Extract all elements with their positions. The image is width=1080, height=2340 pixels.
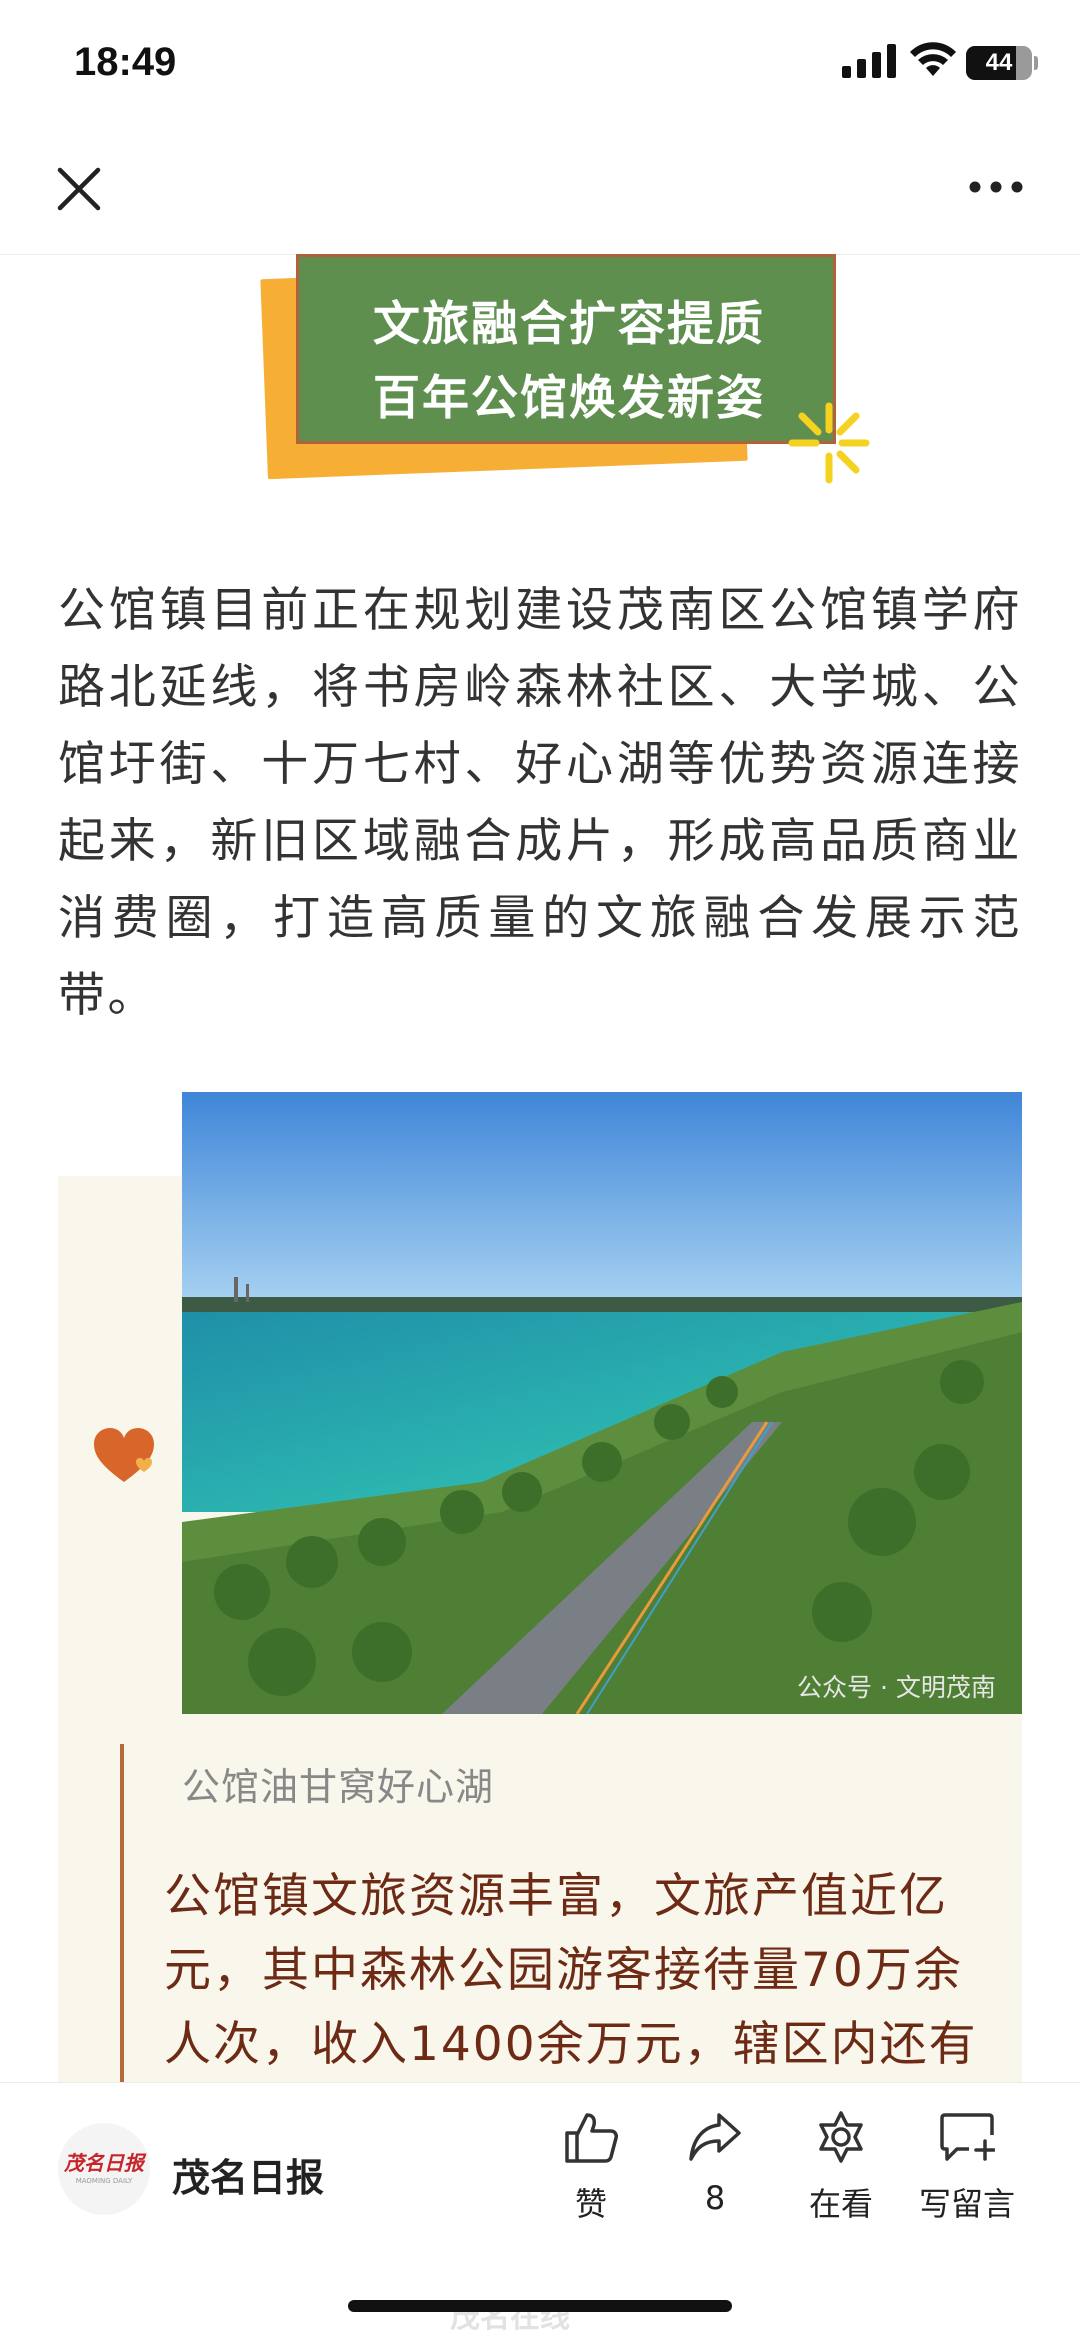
banner-card: 文旅融合扩容提质 百年公馆焕发新姿 [296, 254, 836, 444]
banner-title-line2: 百年公馆焕发新姿 [373, 371, 765, 426]
caption-accent-bar [120, 1744, 124, 2084]
cellular-signal-icon [842, 44, 896, 78]
like-label: 赞 [574, 2185, 607, 2223]
sparkle-decoration-icon [788, 402, 870, 484]
photo-caption: 公馆油甘窝好心湖 [182, 1765, 495, 1809]
publisher-name[interactable]: 茂名日报 [172, 2147, 324, 2202]
battery-level: 44 [985, 49, 1013, 76]
article-paragraph: 公馆镇目前正在规划建设茂南区公馆镇学府路北延线，将书房岭森林社区、大学城、公馆圩… [58, 583, 1022, 1023]
comment-label: 写留言 [918, 2185, 1015, 2223]
banner-title-line1: 文旅融合扩容提质 [373, 297, 765, 352]
share-count: 8 [704, 2179, 726, 2217]
wifi-icon [910, 42, 956, 76]
status-bar: 18:49 44 [0, 0, 1080, 130]
share-arrow-icon [689, 2113, 741, 2161]
site-watermark: 茂名在线 [450, 2300, 570, 2335]
watching-label: 在看 [808, 2185, 873, 2223]
publisher-avatar[interactable]: 茂名日报 MAOMING DAILY [58, 2123, 150, 2215]
comment-button[interactable]: 写留言 [912, 2109, 1022, 2225]
watching-button[interactable]: 在看 [786, 2109, 896, 2225]
card-paragraph: 公馆镇文旅资源丰富，文旅产值近亿元，其中森林公园游客接待量70万余人次，收入14… [164, 1869, 978, 2072]
publisher-logo-text: 茂名日报 [64, 2151, 144, 2175]
thumbs-up-icon [565, 2113, 618, 2163]
publisher-logo-subtext: MAOMING DAILY [75, 2177, 133, 2185]
heart-decoration-icon [94, 1428, 154, 1482]
home-indicator[interactable] [348, 2300, 732, 2312]
watching-star-icon [819, 2111, 863, 2163]
comment-plus-icon [940, 2113, 995, 2161]
lake-photo[interactable] [182, 1092, 1022, 1714]
close-icon[interactable] [56, 166, 102, 212]
share-button[interactable]: 8 [660, 2109, 770, 2217]
photo-watermark: 公众号 · 文明茂南 [797, 1673, 996, 1702]
more-dots-icon[interactable] [968, 180, 1024, 194]
battery-icon: 44 [966, 46, 1032, 80]
nav-bar [0, 130, 1080, 255]
lake-photo-image [182, 1092, 1022, 1714]
section-banner: 文旅融合扩容提质 百年公馆焕发新姿 [256, 250, 896, 490]
status-time: 18:49 [74, 40, 177, 84]
like-button[interactable]: 赞 [536, 2109, 646, 2225]
